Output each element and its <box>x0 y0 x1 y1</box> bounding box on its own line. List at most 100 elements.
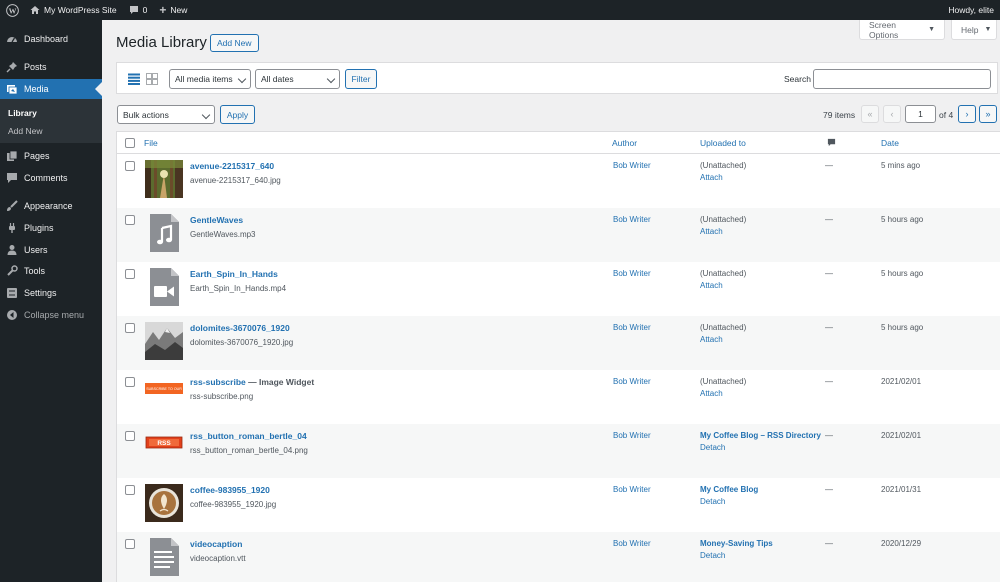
paintbrush-icon <box>6 200 18 212</box>
comments-link[interactable]: 0 <box>123 0 154 20</box>
media-type-select[interactable]: All media items <box>169 69 251 89</box>
row-checkbox[interactable] <box>125 539 135 549</box>
submenu-add-new[interactable]: Add New <box>8 126 43 136</box>
search-input[interactable] <box>813 69 991 89</box>
media-filename: videocaption.vtt <box>190 554 246 563</box>
first-page-button[interactable]: « <box>861 105 879 123</box>
author-link[interactable]: Bob Writer <box>613 539 651 548</box>
rss-banner-text: SUBSCRIBE TO OUR <box>146 387 182 391</box>
media-title-link[interactable]: rss-subscribe — Image Widget <box>190 377 314 387</box>
column-uploaded-to[interactable]: Uploaded to <box>700 138 746 148</box>
bulk-actions-select[interactable]: Bulk actions <box>117 105 215 124</box>
submenu-library[interactable]: Library <box>8 108 37 118</box>
menu-appearance[interactable]: Appearance <box>0 196 102 216</box>
comments-count: 0 <box>142 5 148 15</box>
forest-photo[interactable] <box>145 160 183 198</box>
row-checkbox[interactable] <box>125 323 135 333</box>
menu-users-label: Users <box>24 245 48 255</box>
author-link[interactable]: Bob Writer <box>613 323 651 332</box>
media-title-link[interactable]: Earth_Spin_In_Hands <box>190 269 278 279</box>
rss-button-image[interactable]: RSS <box>145 430 183 468</box>
menu-tools[interactable]: Tools <box>0 261 102 281</box>
site-name-link[interactable]: My WordPress Site <box>24 0 123 20</box>
menu-plugins[interactable]: Plugins <box>0 218 102 238</box>
media-filename: GentleWaves.mp3 <box>190 230 256 239</box>
bulk-actions-value: Bulk actions <box>123 109 169 120</box>
comment-bubble-icon[interactable] <box>827 138 836 149</box>
uploaded-to: (Unattached) <box>700 323 747 332</box>
column-author[interactable]: Author <box>612 138 637 148</box>
collapse-arrow-icon <box>6 309 18 321</box>
grid-view-icon[interactable] <box>146 73 158 85</box>
menu-dashboard[interactable]: Dashboard <box>0 29 102 49</box>
menu-comments[interactable]: Comments <box>0 168 102 188</box>
add-new-button[interactable]: Add New <box>210 34 259 52</box>
collapse-menu-button[interactable]: Collapse menu <box>0 305 102 325</box>
row-checkbox[interactable] <box>125 161 135 171</box>
screen-options-button[interactable]: Screen Options ▼ <box>859 20 945 40</box>
detach-link[interactable]: Detach <box>700 443 725 452</box>
menu-media[interactable]: Media <box>0 79 102 99</box>
row-checkbox[interactable] <box>125 377 135 387</box>
attach-link[interactable]: Attach <box>700 335 723 344</box>
audio-file-icon[interactable] <box>145 214 183 252</box>
menu-posts[interactable]: Posts <box>0 57 102 77</box>
account-menu[interactable]: Howdy, elite <box>942 0 1000 20</box>
author-link[interactable]: Bob Writer <box>613 161 651 170</box>
coffee-photo[interactable] <box>145 484 183 522</box>
row-checkbox[interactable] <box>125 269 135 279</box>
apply-button[interactable]: Apply <box>220 105 255 124</box>
wordpress-logo-icon[interactable]: W <box>0 0 24 20</box>
author-link[interactable]: Bob Writer <box>613 215 651 224</box>
current-page-input[interactable]: 1 <box>905 105 936 123</box>
media-title-link[interactable]: videocaption <box>190 539 242 549</box>
row-checkbox[interactable] <box>125 215 135 225</box>
media-icon <box>6 83 18 95</box>
author-link[interactable]: Bob Writer <box>613 431 651 440</box>
author-link[interactable]: Bob Writer <box>613 485 651 494</box>
comment-count: — <box>825 539 833 548</box>
detach-link[interactable]: Detach <box>700 551 725 560</box>
media-title: rss_button_roman_bertle_04 <box>190 431 307 441</box>
column-date[interactable]: Date <box>881 138 899 148</box>
column-file[interactable]: File <box>144 138 158 148</box>
media-title-link[interactable]: avenue-2215317_640 <box>190 161 274 171</box>
help-button[interactable]: Help ▼ <box>951 20 997 40</box>
menu-settings[interactable]: Settings <box>0 283 102 303</box>
menu-dashboard-label: Dashboard <box>24 34 69 44</box>
rss-subscribe-banner[interactable]: SUBSCRIBE TO OUR <box>145 376 183 414</box>
attach-link[interactable]: Attach <box>700 389 723 398</box>
select-all-checkbox[interactable] <box>125 138 135 148</box>
row-checkbox[interactable] <box>125 485 135 495</box>
menu-pages-label: Pages <box>24 151 50 161</box>
filter-button[interactable]: Filter <box>345 69 377 89</box>
document-file-icon[interactable] <box>145 538 183 576</box>
last-page-button[interactable]: » <box>979 105 997 123</box>
media-title-link[interactable]: coffee-983955_1920 <box>190 485 270 495</box>
new-content-link[interactable]: + New <box>153 0 193 20</box>
video-file-icon[interactable] <box>145 268 183 306</box>
next-page-button[interactable]: › <box>958 105 976 123</box>
media-title-link[interactable]: GentleWaves <box>190 215 243 225</box>
list-view-icon[interactable] <box>128 73 140 85</box>
uploaded-to-link[interactable]: Money-Saving Tips <box>700 539 773 548</box>
menu-media-label: Media <box>24 84 49 94</box>
uploaded-to-link[interactable]: My Coffee Blog <box>700 485 758 494</box>
author-link[interactable]: Bob Writer <box>613 269 651 278</box>
mountain-photo[interactable] <box>145 322 183 360</box>
table-row: videocaption videocaption.vtt Bob Writer… <box>117 532 1000 582</box>
menu-users[interactable]: Users <box>0 240 102 260</box>
prev-page-button[interactable]: ‹ <box>883 105 901 123</box>
menu-pages[interactable]: Pages <box>0 146 102 166</box>
media-title-link[interactable]: dolomites-3670076_1920 <box>190 323 290 333</box>
uploaded-to-link[interactable]: My Coffee Blog – RSS Directory <box>700 431 821 440</box>
author-link[interactable]: Bob Writer <box>613 377 651 386</box>
row-checkbox[interactable] <box>125 431 135 441</box>
detach-link[interactable]: Detach <box>700 497 725 506</box>
attach-link[interactable]: Attach <box>700 173 723 182</box>
page-title: Media Library <box>116 34 207 51</box>
attach-link[interactable]: Attach <box>700 281 723 290</box>
media-title-link[interactable]: rss_button_roman_bertle_04 <box>190 431 307 441</box>
attach-link[interactable]: Attach <box>700 227 723 236</box>
date-filter-select[interactable]: All dates <box>255 69 340 89</box>
